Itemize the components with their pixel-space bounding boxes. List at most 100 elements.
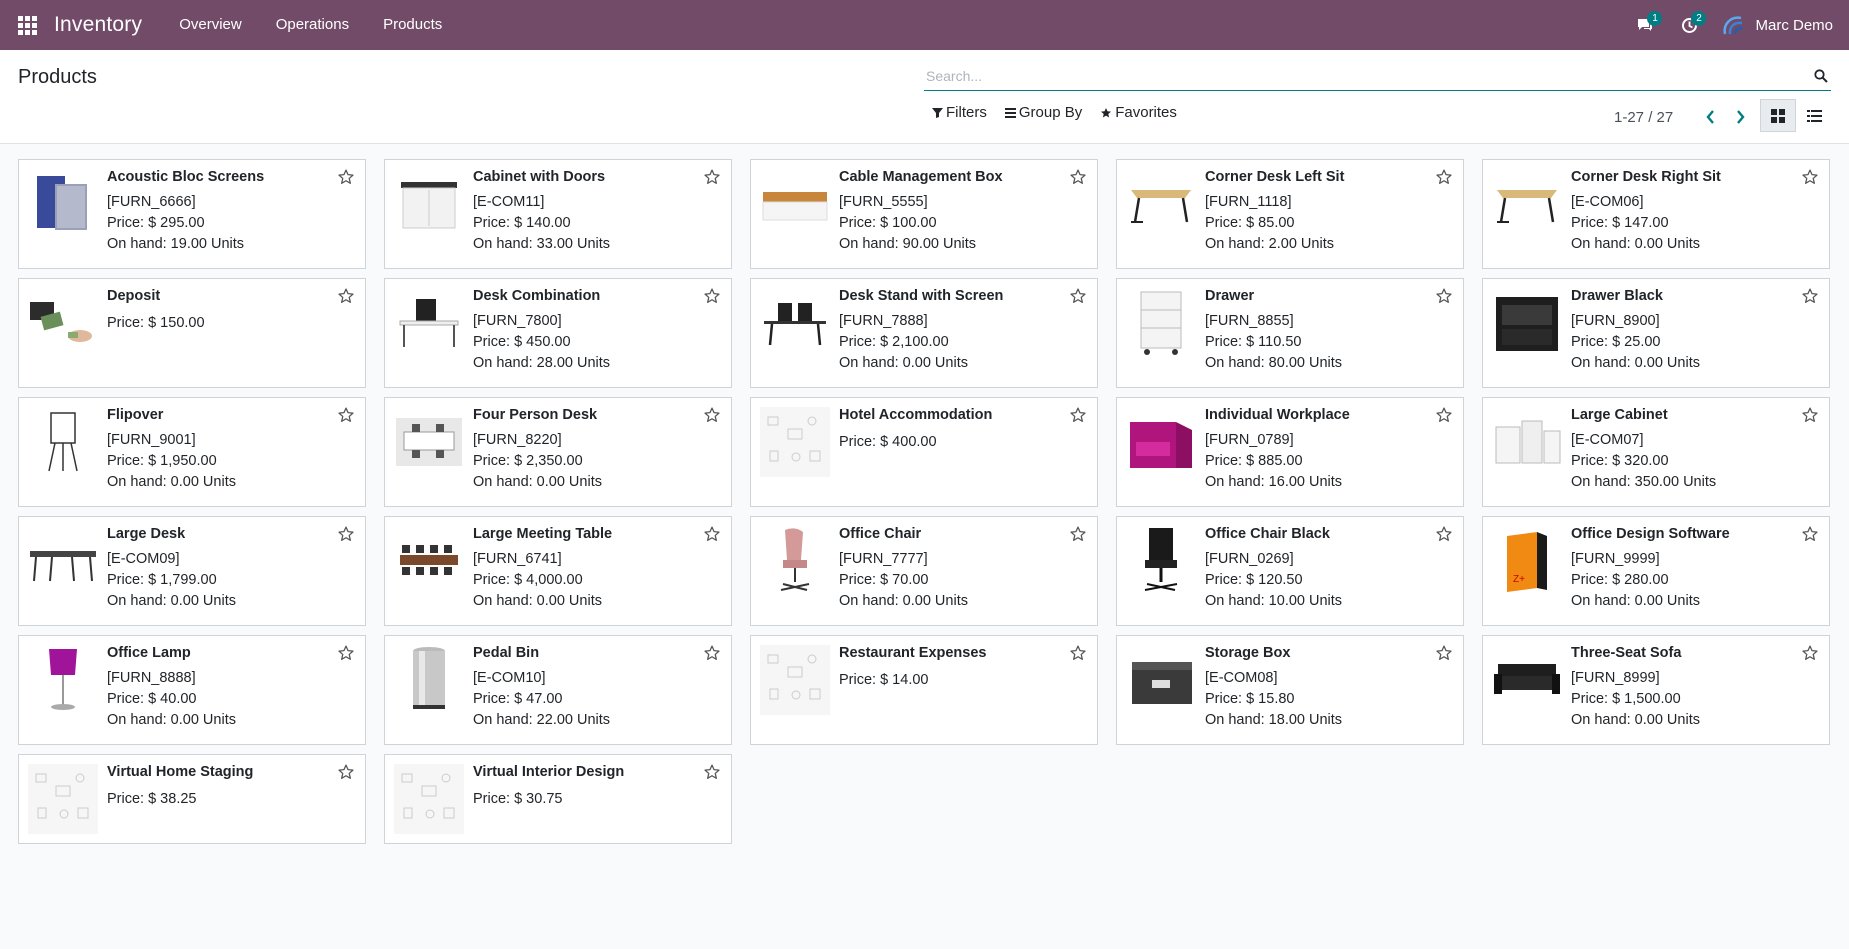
product-price: Price: $ 100.00 — [839, 215, 937, 231]
product-card-individual-workplace[interactable]: Individual Workplace [FURN_0789] Price: $ … — [1116, 397, 1464, 507]
favorite-star-icon[interactable] — [701, 166, 723, 188]
cabinet-image — [393, 168, 465, 240]
product-on-hand: On hand: 16.00 Units — [1205, 474, 1343, 490]
favorite-star-icon[interactable] — [1799, 642, 1821, 664]
product-on-hand: On hand: 0.00 Units — [839, 355, 968, 371]
favorite-star-icon[interactable] — [1067, 285, 1089, 307]
kanban-view-icon[interactable] — [1760, 99, 1796, 132]
product-card-office-chair[interactable]: Office Chair [FURN_7777] Price: $ 70.00 On … — [750, 516, 1098, 626]
product-price: Price: $ 400.00 — [839, 434, 937, 450]
product-price: Price: $ 85.00 — [1205, 215, 1295, 231]
product-price: Price: $ 47.00 — [473, 691, 563, 707]
group-by-button[interactable]: Group By — [1004, 104, 1082, 121]
product-kanban: Acoustic Bloc Screens [FURN_6666] Price: $… — [18, 159, 1832, 844]
product-card-office-chair-black[interactable]: Office Chair Black [FURN_0269] Price: $ 12… — [1116, 516, 1464, 626]
product-price: Price: $ 450.00 — [473, 334, 571, 350]
favorite-star-icon[interactable] — [335, 761, 357, 783]
product-card-virtual-interior-design[interactable]: Virtual Interior Design Price: $ 30.75 — [384, 754, 732, 844]
messages-button[interactable]: 1 — [1623, 0, 1667, 50]
favorite-star-icon[interactable] — [335, 404, 357, 426]
product-card-large-desk[interactable]: Large Desk [E-COM09] Price: $ 1,799.00 On h… — [18, 516, 366, 626]
product-card-flipover[interactable]: Flipover [FURN_9001] Price: $ 1,950.00 On h… — [18, 397, 366, 507]
favorite-star-icon[interactable] — [335, 642, 357, 664]
product-on-hand: On hand: 0.00 Units — [1571, 593, 1700, 609]
favorite-star-icon[interactable] — [701, 642, 723, 664]
filters-button[interactable]: Filters — [932, 104, 987, 121]
favorite-star-icon[interactable] — [335, 166, 357, 188]
product-card-cable-management-box[interactable]: Cable Management Box [FURN_5555] Price: $ … — [750, 159, 1098, 269]
favorite-star-icon[interactable] — [1799, 404, 1821, 426]
product-on-hand: On hand: 33.00 Units — [473, 236, 611, 252]
meeting-table-image — [393, 525, 465, 597]
menu-operations[interactable]: Operations — [259, 0, 366, 50]
favorite-star-icon[interactable] — [1433, 523, 1455, 545]
product-reference: [FURN_8855] — [1205, 313, 1294, 329]
product-card-drawer[interactable]: Drawer [FURN_8855] Price: $ 110.50 On hand:… — [1116, 278, 1464, 388]
favorite-star-icon[interactable] — [1799, 285, 1821, 307]
menu-products[interactable]: Products — [366, 0, 459, 50]
product-card-three-seat-sofa[interactable]: Three-Seat Sofa [FURN_8999] Price: $ 1,500… — [1482, 635, 1830, 745]
favorites-button[interactable]: Favorites — [1100, 104, 1177, 121]
messages-badge: 1 — [1647, 11, 1663, 26]
search-input[interactable] — [924, 61, 1811, 90]
product-on-hand: On hand: 0.00 Units — [107, 712, 236, 728]
product-card-pedal-bin[interactable]: Pedal Bin [E-COM10] Price: $ 47.00 On hand:… — [384, 635, 732, 745]
product-card-acoustic-bloc-screens[interactable]: Acoustic Bloc Screens [FURN_6666] Price: $… — [18, 159, 366, 269]
product-price: Price: $ 1,799.00 — [107, 572, 217, 588]
product-card-cabinet-with-doors[interactable]: Cabinet with Doors [E-COM11] Price: $ 140.… — [384, 159, 732, 269]
product-card-office-design-software[interactable]: Z+ Office Design Software [FURN_9999] Price… — [1482, 516, 1830, 626]
product-on-hand: On hand: 0.00 Units — [473, 593, 602, 609]
product-on-hand: On hand: 0.00 Units — [1571, 355, 1700, 371]
favorite-star-icon[interactable] — [1799, 523, 1821, 545]
product-card-corner-desk-left-sit[interactable]: Corner Desk Left Sit [FURN_1118] Price: $ … — [1116, 159, 1464, 269]
favorites-label: Favorites — [1115, 104, 1177, 121]
favorite-star-icon[interactable] — [335, 285, 357, 307]
favorite-star-icon[interactable] — [1067, 404, 1089, 426]
product-card-desk-combination[interactable]: Desk Combination [FURN_7800] Price: $ 450.… — [384, 278, 732, 388]
pager-next-icon[interactable] — [1725, 104, 1755, 130]
product-card-virtual-home-staging[interactable]: Virtual Home Staging Price: $ 38.25 — [18, 754, 366, 844]
product-card-four-person-desk[interactable]: Four Person Desk [FURN_8220] Price: $ 2,35… — [384, 397, 732, 507]
product-card-office-lamp[interactable]: Office Lamp [FURN_8888] Price: $ 40.00 On h… — [18, 635, 366, 745]
favorite-star-icon[interactable] — [1433, 285, 1455, 307]
drawer-image — [1125, 287, 1197, 359]
activities-button[interactable]: 2 — [1667, 0, 1711, 50]
search-icon[interactable] — [1811, 66, 1831, 86]
product-card-corner-desk-right-sit[interactable]: Corner Desk Right Sit [E-COM06] Price: $ 1… — [1482, 159, 1830, 269]
favorite-star-icon[interactable] — [701, 761, 723, 783]
favorite-star-icon[interactable] — [701, 285, 723, 307]
product-card-drawer-black[interactable]: Drawer Black [FURN_8900] Price: $ 25.00 On … — [1482, 278, 1830, 388]
favorite-star-icon[interactable] — [1067, 166, 1089, 188]
product-card-restaurant-expenses[interactable]: Restaurant Expenses Price: $ 14.00 — [750, 635, 1098, 745]
product-card-large-meeting-table[interactable]: Large Meeting Table [FURN_6741] Price: $ 4… — [384, 516, 732, 626]
product-card-desk-stand-with-screen[interactable]: Desk Stand with Screen [FURN_7888] Price: … — [750, 278, 1098, 388]
desk-image — [1491, 168, 1563, 240]
favorite-star-icon[interactable] — [1433, 166, 1455, 188]
product-on-hand: On hand: 80.00 Units — [1205, 355, 1343, 371]
pager-value[interactable]: 1-27 / 27 — [1614, 109, 1673, 126]
apps-menu-icon[interactable] — [0, 0, 54, 50]
product-card-hotel-accommodation[interactable]: Hotel Accommodation Price: $ 400.00 — [750, 397, 1098, 507]
product-card-storage-box[interactable]: Storage Box [E-COM08] Price: $ 15.80 On han… — [1116, 635, 1464, 745]
search-options: Filters Group By Favorites — [932, 104, 1195, 121]
list-bars-icon — [1004, 107, 1016, 118]
favorite-star-icon[interactable] — [1799, 166, 1821, 188]
pager-previous-icon[interactable] — [1695, 104, 1725, 130]
favorite-star-icon[interactable] — [1433, 404, 1455, 426]
user-menu[interactable]: Marc Demo — [1721, 14, 1833, 36]
product-price: Price: $ 120.50 — [1205, 572, 1303, 588]
menu-overview[interactable]: Overview — [162, 0, 259, 50]
product-card-large-cabinet[interactable]: Large Cabinet [E-COM07] Price: $ 320.00 On … — [1482, 397, 1830, 507]
favorite-star-icon[interactable] — [701, 404, 723, 426]
app-brand[interactable]: Inventory — [54, 13, 142, 37]
product-card-deposit[interactable]: Deposit Price: $ 150.00 — [18, 278, 366, 388]
product-name: Flipover — [107, 407, 164, 423]
list-view-icon[interactable] — [1796, 99, 1832, 132]
favorite-star-icon[interactable] — [335, 523, 357, 545]
product-price: Price: $ 320.00 — [1571, 453, 1669, 469]
favorite-star-icon[interactable] — [1067, 523, 1089, 545]
favorite-star-icon[interactable] — [1433, 642, 1455, 664]
favorite-star-icon[interactable] — [1067, 642, 1089, 664]
product-reference: [FURN_7888] — [839, 313, 928, 329]
favorite-star-icon[interactable] — [701, 523, 723, 545]
